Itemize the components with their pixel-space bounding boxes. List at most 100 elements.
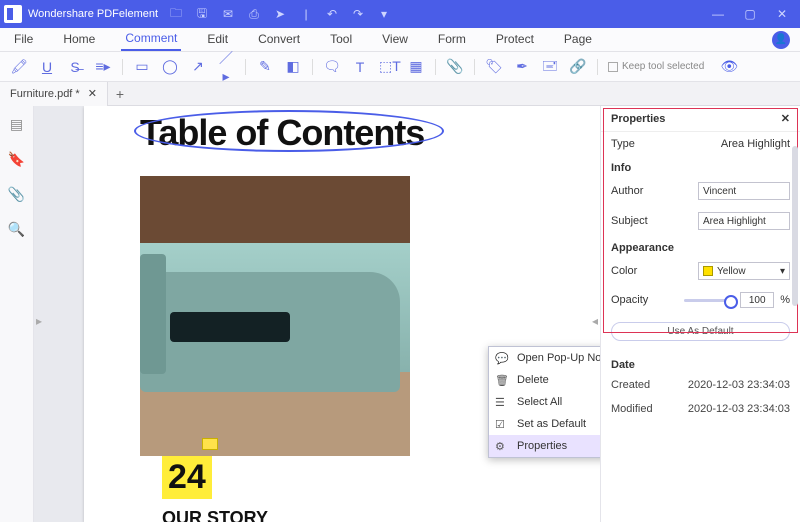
- scrollbar[interactable]: [792, 146, 798, 306]
- check-icon: ☑: [495, 418, 511, 431]
- gear-icon: ⚙: [495, 440, 511, 453]
- ctx-label: Open Pop-Up Note: [517, 352, 600, 364]
- underline-icon[interactable]: U: [38, 59, 56, 75]
- area-highlight-icon[interactable]: ▦: [407, 58, 425, 75]
- eraser-icon[interactable]: ◧: [284, 58, 302, 75]
- chevron-right-icon[interactable]: ▸: [36, 314, 42, 328]
- sofa-graphic: [140, 272, 400, 392]
- page-title: Table of Contents: [140, 112, 600, 154]
- close-button[interactable]: ✕: [774, 6, 790, 22]
- weblink-icon[interactable]: 🔗: [569, 58, 587, 75]
- slider-track[interactable]: [684, 299, 734, 302]
- search-panel-icon[interactable]: 🔍: [8, 221, 25, 238]
- thumbnails-icon[interactable]: ▤: [10, 116, 23, 133]
- properties-panel: Properties ✕ Type Area Highlight Info Au…: [600, 106, 800, 522]
- close-tab-icon[interactable]: ✕: [88, 87, 97, 100]
- separator: [312, 59, 313, 75]
- arrow-icon[interactable]: ↗: [189, 58, 207, 75]
- highlighter-icon[interactable]: 🖍: [10, 58, 28, 75]
- maximize-button[interactable]: ▢: [742, 6, 758, 22]
- ctx-set-default[interactable]: ☑Set as Default: [489, 413, 600, 435]
- ctx-delete[interactable]: 🗑Delete: [489, 369, 600, 391]
- separator: [122, 59, 123, 75]
- menu-convert[interactable]: Convert: [254, 30, 304, 50]
- list-icon[interactable]: ≡▸: [94, 58, 112, 75]
- menu-home[interactable]: Home: [59, 30, 99, 50]
- rectangle-icon[interactable]: ▭: [133, 58, 151, 75]
- work-area: ▤ 🔖 📎 🔍 ▸ Table of Contents 24 OUR STORY…: [0, 106, 800, 522]
- trash-icon: 🗑: [495, 374, 511, 387]
- print-icon[interactable]: ⎙: [246, 6, 262, 22]
- modified-value: 2020-12-03 23:34:03: [688, 403, 790, 415]
- attachments-panel-icon[interactable]: 📎: [8, 186, 25, 203]
- ctx-label: Select All: [517, 396, 562, 408]
- window-controls: — ▢ ✕: [710, 6, 796, 22]
- pencil-icon[interactable]: ✎: [256, 58, 274, 75]
- divider: |: [298, 6, 314, 22]
- stamp2-icon[interactable]: 🖃: [541, 55, 559, 79]
- strikethrough-icon[interactable]: S̶: [66, 59, 84, 75]
- stamp-icon[interactable]: 🏷: [485, 58, 503, 75]
- area-highlight-annotation[interactable]: 24: [162, 456, 212, 499]
- quick-access-toolbar: 🗀 🖫 ✉ ⎙ ➤ | ↶ ↷ ▾: [168, 6, 392, 22]
- menu-file[interactable]: File: [10, 30, 37, 50]
- ctx-open-popup-note[interactable]: 💬 Open Pop-Up Note: [489, 347, 600, 369]
- minimize-button[interactable]: —: [710, 6, 726, 22]
- app-title: Wondershare PDFelement: [28, 8, 158, 20]
- redo-icon[interactable]: ↷: [350, 6, 366, 22]
- tab-title: Furniture.pdf *: [10, 88, 80, 100]
- article-column: 24 OUR STORYSINCE 1965 At the right Vanc…: [162, 456, 362, 522]
- ctx-select-all[interactable]: ☰ Select All: [489, 391, 600, 413]
- separator: [245, 59, 246, 75]
- signature-icon[interactable]: ✒: [513, 58, 531, 75]
- user-avatar[interactable]: 👤: [772, 31, 790, 49]
- title-bar: Wondershare PDFelement 🗀 🖫 ✉ ⎙ ➤ | ↶ ↷ ▾…: [0, 0, 800, 28]
- mail-icon[interactable]: ✉: [220, 6, 236, 22]
- line-icon[interactable]: ／▸: [217, 48, 235, 85]
- separator: [597, 59, 598, 75]
- context-menu: 💬 Open Pop-Up Note 🗑Delete ☰ Select All ☑S…: [488, 346, 600, 458]
- canvas[interactable]: ▸ Table of Contents 24 OUR STORYSINCE 19…: [34, 106, 600, 522]
- modified-label: Modified: [611, 403, 653, 415]
- ellipse-icon[interactable]: ◯: [161, 58, 179, 75]
- pdf-page[interactable]: Table of Contents 24 OUR STORYSINCE 1965…: [84, 106, 600, 522]
- ellipse-annotation[interactable]: [134, 110, 444, 152]
- menu-tool[interactable]: Tool: [326, 30, 356, 50]
- menu-protect[interactable]: Protect: [492, 30, 538, 50]
- save-icon[interactable]: 🖫: [194, 6, 210, 22]
- callout-icon[interactable]: ⬚T: [379, 58, 397, 75]
- hide-annotations-icon[interactable]: 👁: [720, 58, 738, 75]
- document-tab[interactable]: Furniture.pdf * ✕: [0, 82, 108, 106]
- menu-view[interactable]: View: [378, 30, 412, 50]
- menu-comment[interactable]: Comment: [121, 29, 181, 51]
- dropdown-icon[interactable]: ▾: [376, 6, 392, 22]
- created-label: Created: [611, 379, 650, 391]
- textbox-icon[interactable]: T: [351, 59, 369, 75]
- chevron-left-icon[interactable]: ◂: [592, 314, 598, 328]
- note-icon: 💬: [495, 352, 511, 365]
- sticky-note-icon[interactable]: [202, 438, 218, 450]
- menu-form[interactable]: Form: [434, 30, 470, 50]
- attachment-icon[interactable]: 📎: [446, 58, 464, 75]
- ctx-properties[interactable]: ⚙ Properties: [489, 435, 600, 457]
- date-section: Date: [601, 353, 800, 373]
- ctx-label: Properties: [517, 440, 567, 452]
- menu-bar: File Home Comment Edit Convert Tool View…: [0, 28, 800, 52]
- share-icon[interactable]: ➤: [272, 6, 288, 22]
- checkbox-icon[interactable]: [608, 62, 618, 72]
- menu-edit[interactable]: Edit: [203, 30, 232, 50]
- open-icon[interactable]: 🗀: [168, 6, 184, 22]
- keep-tool-selected[interactable]: Keep tool selected: [608, 61, 704, 72]
- add-tab-button[interactable]: +: [108, 86, 132, 102]
- bookmarks-icon[interactable]: 🔖: [8, 151, 25, 168]
- modified-row: Modified 2020-12-03 23:34:03: [601, 397, 800, 421]
- app-logo: [4, 5, 22, 23]
- furniture-image: [140, 176, 410, 456]
- keep-tool-label: Keep tool selected: [622, 61, 704, 72]
- menu-page[interactable]: Page: [560, 30, 596, 50]
- created-value: 2020-12-03 23:34:03: [688, 379, 790, 391]
- undo-icon[interactable]: ↶: [324, 6, 340, 22]
- selectall-icon: ☰: [495, 396, 511, 409]
- note-icon[interactable]: 🗨: [323, 58, 341, 75]
- separator: [435, 59, 436, 75]
